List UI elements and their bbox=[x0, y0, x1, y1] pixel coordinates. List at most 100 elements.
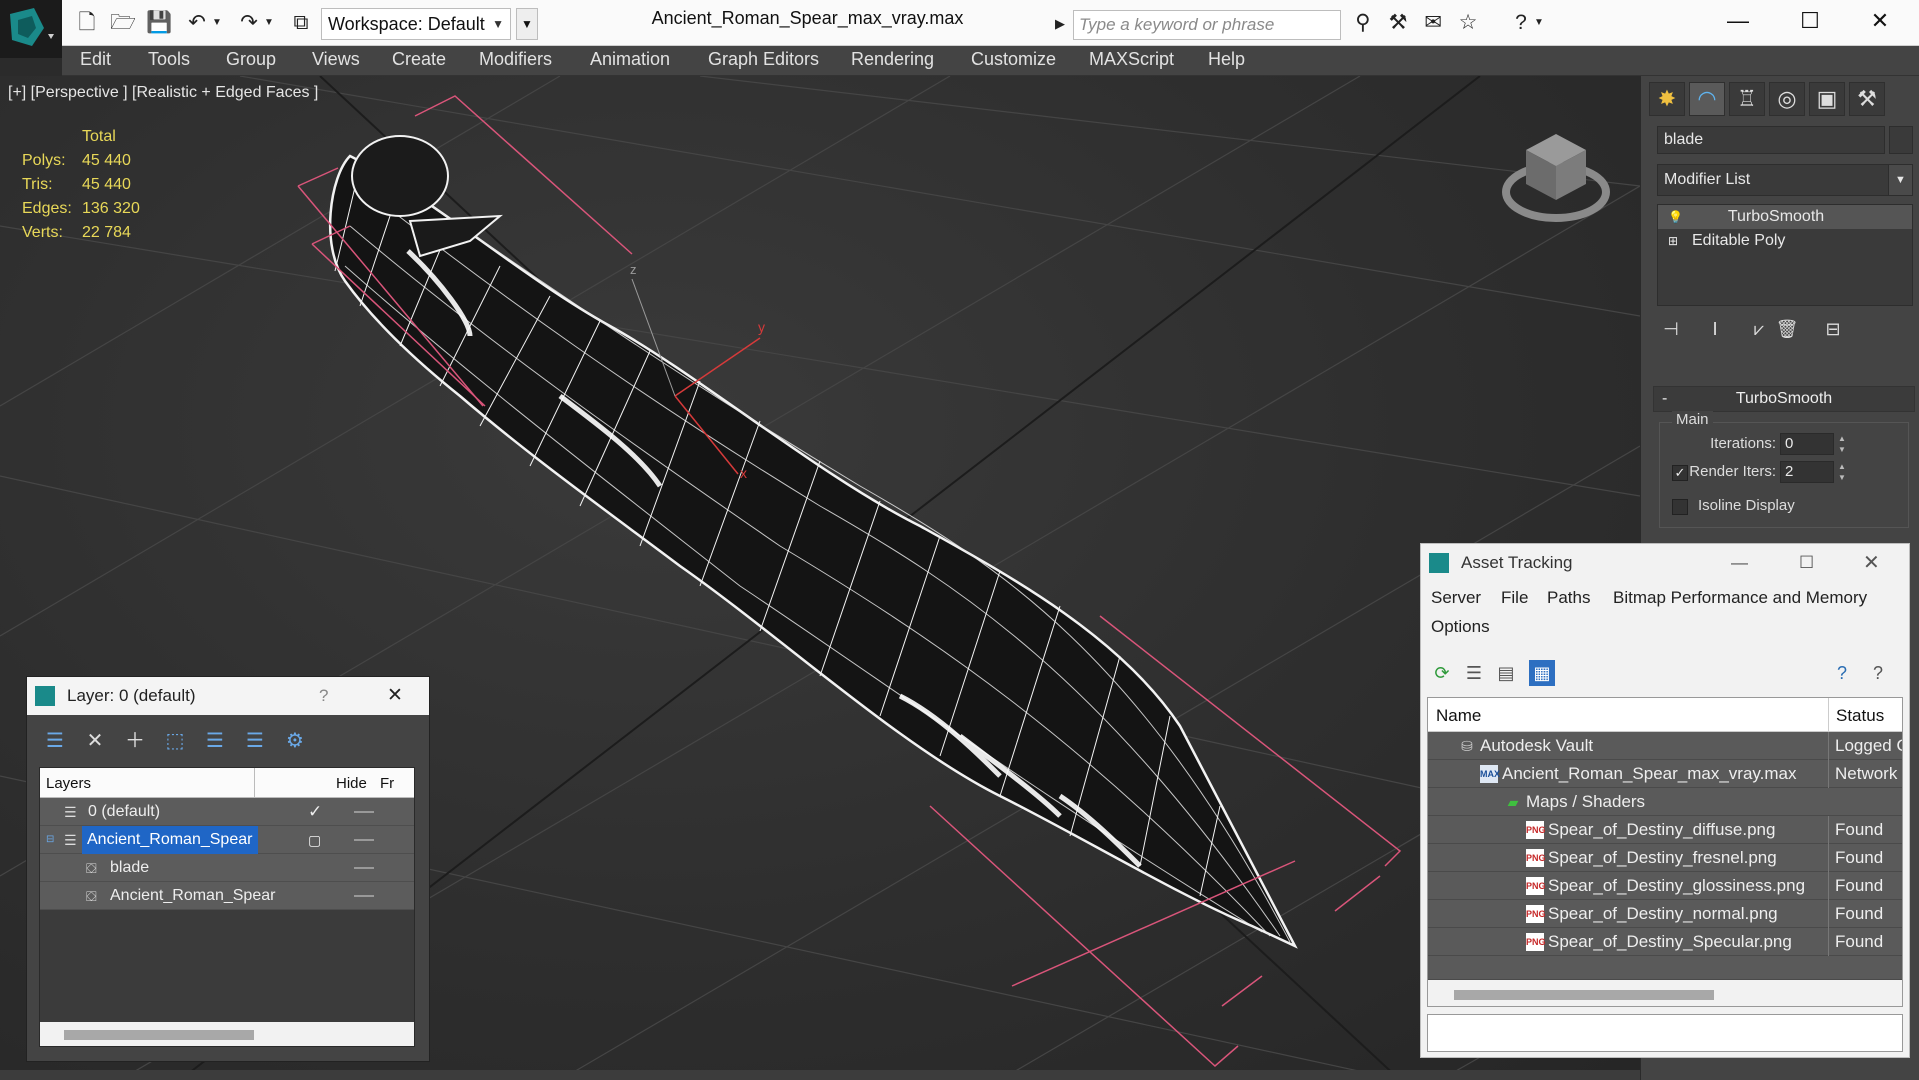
render-iters-spin-arrows[interactable]: ▲ ▼ bbox=[1836, 461, 1848, 483]
search-input[interactable]: Type a keyword or phrase bbox=[1073, 10, 1341, 40]
stack-item-turbosmooth[interactable]: 💡 TurboSmooth bbox=[1658, 205, 1912, 229]
col-name[interactable]: Name bbox=[1436, 706, 1481, 726]
redo-dropdown-icon[interactable]: ▼ bbox=[262, 10, 276, 36]
col-layers[interactable]: Layers bbox=[46, 775, 91, 792]
viewport-label[interactable]: [+] [Perspective ] [Realistic + Edged Fa… bbox=[8, 84, 318, 102]
search-expand-icon[interactable]: ▶ bbox=[1055, 10, 1071, 38]
help-icon[interactable]: ? bbox=[1829, 660, 1855, 686]
menu-graph-editors[interactable]: Graph Editors bbox=[708, 49, 819, 70]
viewcube-icon[interactable] bbox=[1502, 120, 1612, 230]
collapse-tree-icon[interactable]: ⊟ bbox=[46, 826, 64, 854]
asset-row-glossiness[interactable]: PNG Spear_of_Destiny_glossiness.png Foun… bbox=[1428, 872, 1902, 900]
menu-group[interactable]: Group bbox=[226, 49, 276, 70]
undo-icon[interactable]: ↶ bbox=[184, 10, 210, 36]
iterations-spin-arrows[interactable]: ▲ ▼ bbox=[1836, 433, 1848, 455]
maximize-button[interactable]: ☐ bbox=[1799, 544, 1814, 582]
asset-row-normal[interactable]: PNG Spear_of_Destiny_normal.png Found bbox=[1428, 900, 1902, 928]
asset-row-fresnel[interactable]: PNG Spear_of_Destiny_fresnel.png Found bbox=[1428, 844, 1902, 872]
scrollbar-thumb[interactable] bbox=[64, 1030, 254, 1040]
object-color-swatch[interactable] bbox=[1889, 126, 1913, 154]
motion-tab-icon[interactable]: ◎ bbox=[1769, 82, 1805, 116]
object-name-field[interactable]: blade bbox=[1657, 126, 1885, 154]
layer-row-blade[interactable]: ⛋ blade bbox=[40, 854, 414, 882]
undo-dropdown-icon[interactable]: ▼ bbox=[210, 10, 224, 36]
modifier-list-dropdown[interactable]: Modifier List ▼ bbox=[1657, 164, 1913, 196]
current-layer-check-icon[interactable]: ✓ bbox=[308, 798, 322, 826]
delete-layer-icon[interactable]: ✕ bbox=[81, 727, 109, 755]
menu-tools[interactable]: Tools bbox=[148, 49, 190, 70]
col-status[interactable]: Status bbox=[1836, 706, 1884, 726]
layer-panel-titlebar[interactable]: Layer: 0 (default) ? ✕ bbox=[27, 677, 429, 715]
hide-toggle[interactable] bbox=[354, 895, 374, 897]
add-to-layer-icon[interactable]: ＋ bbox=[121, 727, 149, 755]
set-current-layer-icon[interactable]: ☰ bbox=[241, 727, 269, 755]
menu-animation[interactable]: Animation bbox=[590, 49, 670, 70]
hide-toggle[interactable] bbox=[354, 811, 374, 813]
refresh-icon[interactable]: ⟳ bbox=[1429, 660, 1455, 686]
display-tab-icon[interactable]: ▣ bbox=[1809, 82, 1845, 116]
scrollbar-thumb[interactable] bbox=[1454, 990, 1714, 1000]
menu-maxscript[interactable]: MAXScript bbox=[1089, 49, 1174, 70]
menu-file[interactable]: File bbox=[1501, 588, 1528, 608]
table-view-icon[interactable]: ▦ bbox=[1529, 660, 1555, 686]
minimize-button[interactable]: — bbox=[1710, 4, 1766, 38]
select-objects-icon[interactable]: ⬚ bbox=[161, 727, 189, 755]
maximize-button[interactable]: ☐ bbox=[1782, 4, 1838, 38]
hide-toggle[interactable] bbox=[354, 867, 374, 869]
remove-modifier-icon[interactable]: 🗑 bbox=[1773, 316, 1801, 342]
hierarchy-tab-icon[interactable]: ♖ bbox=[1729, 82, 1765, 116]
tree-view-icon[interactable]: ▤ bbox=[1493, 660, 1519, 686]
hide-toggle[interactable] bbox=[354, 839, 374, 841]
asset-row-specular[interactable]: PNG Spear_of_Destiny_Specular.png Found bbox=[1428, 928, 1902, 956]
menu-bitmap-performance[interactable]: Bitmap Performance and Memory bbox=[1613, 588, 1867, 608]
make-unique-icon[interactable]: ⩗ bbox=[1745, 316, 1773, 342]
binoculars-icon[interactable]: ⚲ bbox=[1350, 10, 1376, 36]
menu-rendering[interactable]: Rendering bbox=[851, 49, 934, 70]
rollout-header[interactable]: - TurboSmooth bbox=[1653, 386, 1915, 412]
favorites-star-icon[interactable]: ☆ bbox=[1455, 10, 1481, 36]
close-button[interactable]: ✕ bbox=[1852, 4, 1908, 38]
menu-help[interactable]: Help bbox=[1208, 49, 1245, 70]
redo-icon[interactable]: ↷ bbox=[236, 10, 262, 36]
horizontal-scrollbar[interactable] bbox=[40, 1022, 414, 1046]
menu-modifiers[interactable]: Modifiers bbox=[479, 49, 552, 70]
render-iters-spinner[interactable]: 2 bbox=[1780, 461, 1834, 483]
tools-icon[interactable]: ⚒ bbox=[1385, 10, 1411, 36]
app-logo[interactable] bbox=[0, 0, 62, 58]
stack-item-editable-poly[interactable]: ⊞ Editable Poly bbox=[1658, 229, 1912, 253]
layer-row-spear-object[interactable]: ⛋ Ancient_Roman_Spear bbox=[40, 882, 414, 910]
modify-tab-icon[interactable]: ◠ bbox=[1689, 82, 1725, 116]
minimize-button[interactable]: — bbox=[1731, 544, 1748, 582]
list-view-icon[interactable]: ☰ bbox=[1461, 660, 1487, 686]
menu-edit[interactable]: Edit bbox=[80, 49, 111, 70]
isoline-display-checkbox[interactable] bbox=[1672, 499, 1688, 515]
menu-views[interactable]: Views bbox=[312, 49, 360, 70]
expand-plus-icon[interactable]: ⊞ bbox=[1668, 229, 1682, 253]
communication-icon[interactable]: ✉ bbox=[1420, 10, 1446, 36]
new-layer-icon[interactable]: ☰ bbox=[41, 727, 69, 755]
workspace-more-button[interactable]: ▼ bbox=[516, 8, 538, 40]
new-file-icon[interactable]: 🗋 bbox=[74, 10, 100, 36]
help-icon[interactable]: ? bbox=[319, 677, 328, 715]
help-icon[interactable]: ? bbox=[1508, 10, 1534, 36]
select-layer-icon[interactable]: ☰ bbox=[201, 727, 229, 755]
close-icon[interactable]: ✕ bbox=[387, 677, 403, 715]
workspace-select[interactable]: Workspace: Default ▼ bbox=[321, 8, 511, 40]
layer-settings-icon[interactable]: ⚙ bbox=[281, 727, 309, 755]
close-button[interactable]: ✕ bbox=[1863, 544, 1880, 582]
col-freeze[interactable]: Fr bbox=[380, 775, 394, 792]
save-file-icon[interactable]: 💾 bbox=[146, 10, 172, 36]
asset-titlebar[interactable]: Asset Tracking — ☐ ✕ bbox=[1421, 544, 1909, 582]
menu-options[interactable]: Options bbox=[1431, 617, 1490, 637]
menu-create[interactable]: Create bbox=[392, 49, 446, 70]
iterations-spinner[interactable]: 0 bbox=[1780, 433, 1834, 455]
configure-sets-icon[interactable]: ⊟ bbox=[1819, 316, 1847, 342]
menu-customize[interactable]: Customize bbox=[971, 49, 1056, 70]
asset-row-maps[interactable]: ▰ Maps / Shaders bbox=[1428, 788, 1902, 816]
create-tab-icon[interactable]: ✸ bbox=[1649, 82, 1685, 116]
utilities-tab-icon[interactable]: ⚒ bbox=[1849, 82, 1885, 116]
asset-row-max-file[interactable]: MAX Ancient_Roman_Spear_max_vray.max Net… bbox=[1428, 760, 1902, 788]
asset-row-diffuse[interactable]: PNG Spear_of_Destiny_diffuse.png Found bbox=[1428, 816, 1902, 844]
horizontal-scrollbar[interactable] bbox=[1428, 980, 1902, 1006]
menu-paths[interactable]: Paths bbox=[1547, 588, 1590, 608]
